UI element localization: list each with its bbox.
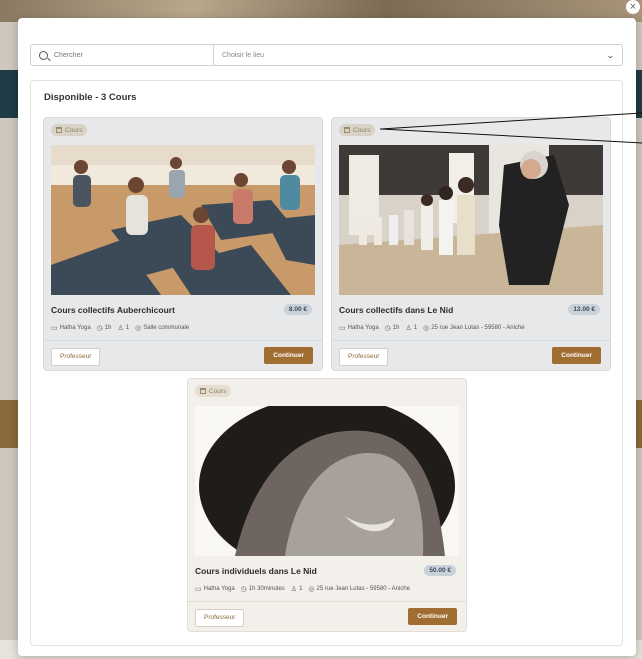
close-icon[interactable]: × xyxy=(626,0,640,14)
continue-button[interactable]: Continuer xyxy=(408,608,457,625)
course-meta: ▭ Hatha Yoga ◷ 1h ♙ 1 ◎ 25 rue Jean Luta… xyxy=(339,324,525,332)
divider xyxy=(188,601,466,602)
course-meta: ▭ Hatha Yoga ◷ 1h ♙ 1 ◎ Salle communale xyxy=(51,324,189,332)
place-select-value: Choisir le lieu xyxy=(222,51,265,59)
person-icon: ♙ xyxy=(290,586,298,593)
location-pin-icon: ◎ xyxy=(308,586,315,593)
course-duration: 1h xyxy=(104,325,112,331)
course-location: 25 rue Jean Lutas - 59580 - Aniche xyxy=(431,325,525,331)
course-location: 25 rue Jean Lutas - 59580 - Aniche xyxy=(316,586,410,592)
course-title: Cours collectifs dans Le Nid xyxy=(339,305,454,315)
course-photo xyxy=(339,145,603,295)
course-style: Hatha Yoga xyxy=(59,325,91,331)
course-duration: 1h 30minutes xyxy=(248,586,285,592)
teacher-button[interactable]: Professeur xyxy=(195,609,245,627)
search-input[interactable] xyxy=(54,51,204,59)
badge-label: Cours xyxy=(209,387,227,395)
folder-icon: ▭ xyxy=(195,586,202,593)
divider xyxy=(44,340,322,341)
course-title: Cours individuels dans Le Nid xyxy=(195,566,317,576)
course-card: Cours Cours individuels dans Le Nid 50.0… xyxy=(187,378,467,632)
divider xyxy=(332,340,610,341)
folder-icon: ▭ xyxy=(339,325,346,332)
course-card: Cours xyxy=(331,117,611,371)
course-title: Cours collectifs Auberchicourt xyxy=(51,305,175,315)
location-pin-icon: ◎ xyxy=(423,325,430,332)
price-badge: 50.00 € xyxy=(424,565,456,576)
building-icon xyxy=(344,127,350,133)
badge-label: Cours xyxy=(65,126,83,134)
annotation-callout-lines xyxy=(379,112,642,144)
person-icon: ♙ xyxy=(405,325,412,332)
continue-button[interactable]: Continuer xyxy=(264,347,313,364)
search-box[interactable] xyxy=(30,44,217,66)
person-icon: ♙ xyxy=(117,325,124,332)
course-photo xyxy=(195,406,459,556)
continue-button[interactable]: Continuer xyxy=(552,347,601,364)
available-count: Disponible - 3 Cours xyxy=(44,92,137,103)
course-people: 1 xyxy=(413,325,418,331)
backdrop-dark-block xyxy=(0,70,18,118)
clock-icon: ◷ xyxy=(96,325,103,332)
course-duration: 1h xyxy=(392,325,400,331)
clock-icon: ◷ xyxy=(240,586,247,593)
clock-icon: ◷ xyxy=(384,325,391,332)
place-select[interactable]: Choisir le lieu ⌄ xyxy=(213,44,623,66)
course-style: Hatha Yoga xyxy=(203,586,235,592)
building-icon xyxy=(200,388,206,394)
folder-icon: ▭ xyxy=(51,325,58,332)
building-icon xyxy=(56,127,62,133)
course-photo xyxy=(51,145,315,295)
courses-panel: Disponible - 3 Cours Cours Cours collect… xyxy=(30,80,623,646)
course-selection-modal: Choisir le lieu ⌄ Disponible - 3 Cours C… xyxy=(18,18,636,656)
price-badge: 8.00 € xyxy=(283,304,312,315)
chevron-down-icon: ⌄ xyxy=(606,50,616,60)
price-badge: 13.00 € xyxy=(568,304,600,315)
course-style: Hatha Yoga xyxy=(347,325,379,331)
search-icon xyxy=(39,50,48,60)
course-card: Cours xyxy=(43,117,323,371)
location-pin-icon: ◎ xyxy=(135,325,142,332)
teacher-button[interactable]: Professeur xyxy=(51,348,101,366)
course-type-badge: Cours xyxy=(195,385,232,397)
teacher-button[interactable]: Professeur xyxy=(339,348,389,366)
course-people: 1 xyxy=(299,586,303,592)
course-meta: ▭ Hatha Yoga ◷ 1h 30minutes ♙ 1 ◎ 25 rue… xyxy=(195,585,410,593)
course-location: Salle communale xyxy=(143,325,190,331)
course-type-badge: Cours xyxy=(339,124,376,136)
course-people: 1 xyxy=(125,325,130,331)
badge-label: Cours xyxy=(353,126,371,134)
course-type-badge: Cours xyxy=(51,124,88,136)
